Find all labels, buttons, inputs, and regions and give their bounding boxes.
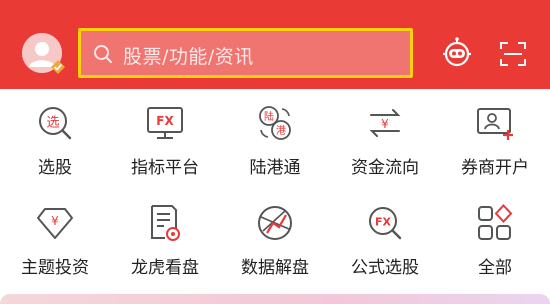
diamond-yen-icon: ¥ <box>37 208 73 239</box>
robot-assistant-icon[interactable] <box>440 37 474 69</box>
dragon-tiger-icon <box>151 205 180 241</box>
fx-indicator-icon: FX <box>147 107 183 139</box>
shortcut-label: 选股 <box>38 158 72 178</box>
verified-badge-icon <box>51 60 65 74</box>
app-screen: 股票/功能/资讯 选 选股 FX 指标平台 陆 港 陆港通 ¥ 资金流向 券商开… <box>0 0 550 304</box>
data-chart-icon <box>258 206 292 240</box>
stock-picker-icon: 选 <box>39 107 72 140</box>
shortcut-dragon-tiger[interactable]: 龙虎看盘 <box>110 189 220 285</box>
hk-connect-icon: 陆 港 <box>259 106 291 140</box>
scan-icon[interactable] <box>500 41 526 67</box>
svg-text:FX: FX <box>156 114 174 128</box>
all-grid-icon <box>478 204 513 240</box>
shortcut-label: 全部 <box>478 258 512 278</box>
shortcut-open-account[interactable]: 券商开户 <box>440 89 550 185</box>
svg-text:港: 港 <box>276 125 286 137</box>
shortcut-label: 陆港通 <box>249 158 301 178</box>
shortcut-label: 指标平台 <box>131 158 199 178</box>
shortcut-label: 公式选股 <box>351 258 419 278</box>
shortcut-fund-flow[interactable]: ¥ 资金流向 <box>330 89 440 185</box>
svg-text:陆: 陆 <box>264 110 274 123</box>
shortcut-hk-connect[interactable]: 陆 港 陆港通 <box>220 89 330 185</box>
search-placeholder: 股票/功能/资讯 <box>123 46 254 68</box>
shortcut-label: 券商开户 <box>461 158 529 178</box>
svg-text:¥: ¥ <box>51 214 59 228</box>
shortcut-theme-investing[interactable]: ¥ 主题投资 <box>0 189 110 285</box>
shortcut-stock-picker[interactable]: 选 选股 <box>0 89 110 185</box>
bottom-banner-edge <box>0 294 550 304</box>
search-input[interactable]: 股票/功能/资讯 <box>78 28 413 78</box>
shortcut-label: 资金流向 <box>351 158 419 178</box>
shortcut-indicator-platform[interactable]: FX 指标平台 <box>110 89 220 185</box>
shortcut-all[interactable]: 全部 <box>440 189 550 285</box>
fx-formula-icon: FX <box>369 207 402 240</box>
svg-text:¥: ¥ <box>381 117 389 131</box>
shortcut-data-analysis[interactable]: 数据解盘 <box>220 189 330 285</box>
shortcut-label: 数据解盘 <box>241 258 309 278</box>
search-icon <box>94 45 112 63</box>
svg-text:FX: FX <box>375 216 392 229</box>
svg-text:选: 选 <box>46 116 59 131</box>
user-avatar-icon[interactable] <box>22 33 65 74</box>
shortcut-grid: 选 选股 FX 指标平台 陆 港 陆港通 ¥ 资金流向 券商开户 ¥ 主题投资 … <box>0 89 550 289</box>
shortcut-label: 主题投资 <box>21 258 89 278</box>
open-account-icon <box>477 108 513 140</box>
shortcut-formula-picker[interactable]: FX 公式选股 <box>330 189 440 285</box>
shortcut-label: 龙虎看盘 <box>131 258 199 278</box>
top-header: 股票/功能/资讯 <box>0 0 550 89</box>
fund-flow-icon: ¥ <box>369 109 401 137</box>
